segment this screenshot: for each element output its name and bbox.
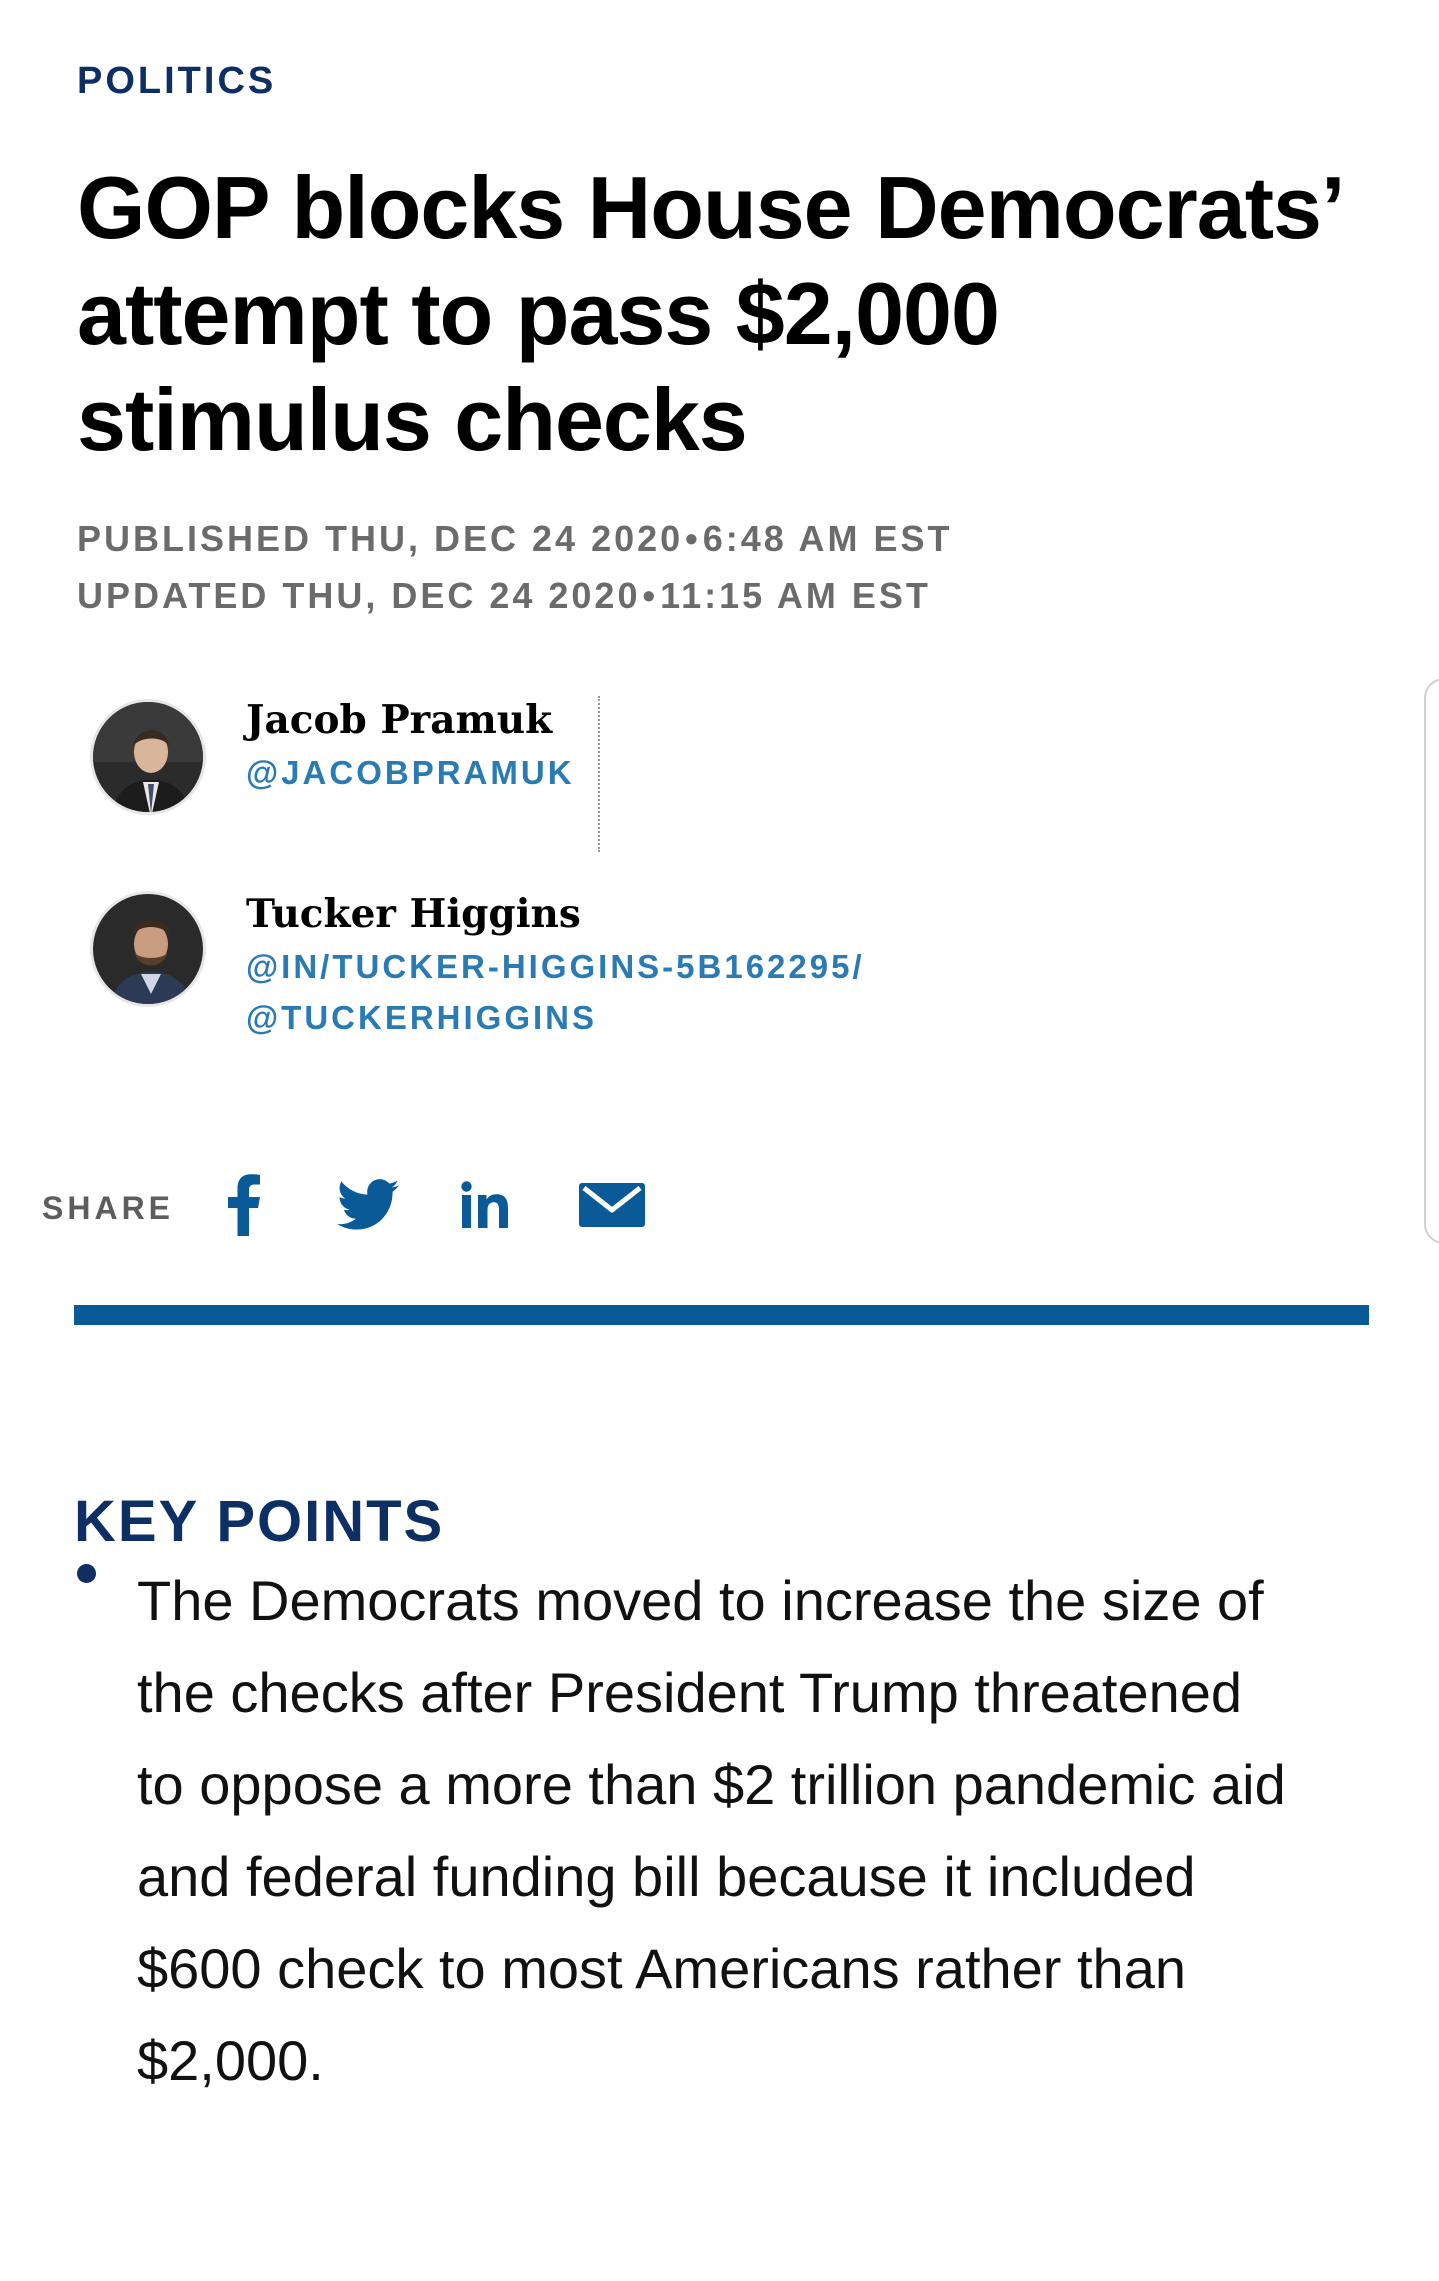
- updated-timestamp: UPDATED THU, DEC 24 2020•11:15 AM EST: [77, 567, 953, 624]
- author-divider: [598, 696, 600, 852]
- linkedin-share-button[interactable]: [457, 1170, 517, 1240]
- share-bar: SHARE: [42, 1170, 692, 1240]
- edge-panel-handle[interactable]: [1424, 678, 1439, 1244]
- author-card-tucker-higgins: Tucker Higgins @IN/TUCKER-HIGGINS-5B1622…: [90, 891, 990, 1051]
- bullet-icon: [77, 1564, 96, 1583]
- author-handle[interactable]: @TUCKERHIGGINS: [246, 999, 597, 1037]
- twitter-share-button[interactable]: [335, 1170, 401, 1240]
- twitter-icon: [337, 1179, 399, 1230]
- updated-separator: •: [642, 575, 659, 616]
- author-photo-icon: [93, 702, 203, 812]
- published-date: PUBLISHED THU, DEC 24 2020: [77, 518, 684, 559]
- article-page: POLITICS GOP blocks House Democrats’ att…: [0, 0, 1439, 2281]
- author-avatar[interactable]: [90, 891, 206, 1007]
- author-photo-icon: [93, 894, 203, 1004]
- article-timestamps: PUBLISHED THU, DEC 24 2020•6:48 AM EST U…: [77, 510, 953, 624]
- email-share-button[interactable]: [577, 1170, 647, 1240]
- share-label: SHARE: [42, 1190, 175, 1226]
- updated-time: 11:15 AM EST: [660, 575, 931, 616]
- section-label[interactable]: POLITICS: [77, 60, 276, 103]
- published-separator: •: [685, 518, 701, 559]
- facebook-share-button[interactable]: [224, 1170, 264, 1240]
- author-card-jacob-pramuk: Jacob Pramuk @JACOBPRAMUK: [90, 697, 650, 829]
- published-timestamp: PUBLISHED THU, DEC 24 2020•6:48 AM EST: [77, 510, 953, 567]
- facebook-icon: [228, 1174, 260, 1236]
- key-points-title: KEY POINTS: [74, 1489, 445, 1555]
- author-handle[interactable]: @IN/TUCKER-HIGGINS-5B162295/: [246, 948, 865, 986]
- article-headline: GOP blocks House Democrats’ attempt to p…: [77, 158, 1341, 469]
- updated-date: UPDATED THU, DEC 24 2020: [77, 575, 641, 616]
- linkedin-icon: [461, 1181, 508, 1228]
- email-icon: [579, 1183, 645, 1227]
- author-name[interactable]: Jacob Pramuk: [246, 697, 552, 743]
- author-handle[interactable]: @JACOBPRAMUK: [246, 754, 575, 792]
- key-point-text: The Democrats moved to increase the size…: [137, 1569, 1286, 2092]
- section-divider: [74, 1305, 1369, 1325]
- author-avatar[interactable]: [90, 699, 206, 815]
- author-name[interactable]: Tucker Higgins: [246, 891, 581, 937]
- published-time: 6:48 AM EST: [702, 518, 953, 559]
